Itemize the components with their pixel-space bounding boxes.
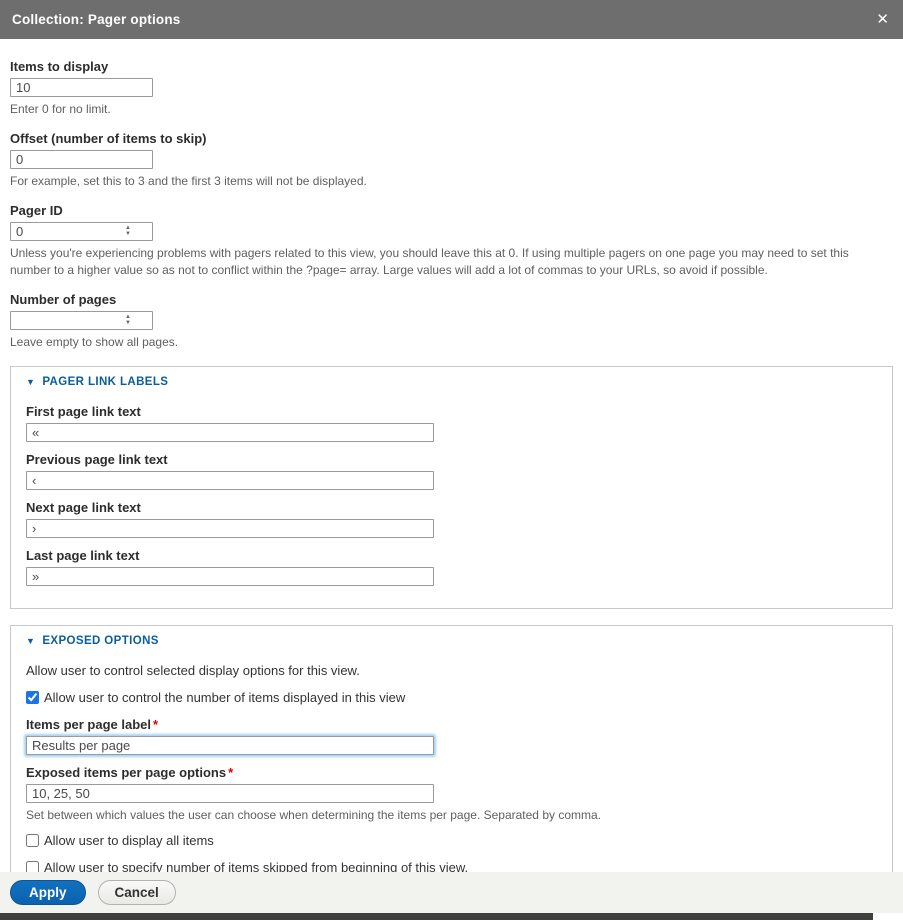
items-to-display-input[interactable] (10, 78, 153, 97)
apply-button[interactable]: Apply (10, 880, 86, 905)
number-spinner-icon[interactable]: ▲▼ (125, 314, 131, 326)
form-item-items-per-page-label: Items per page label* (26, 717, 877, 755)
fieldset-pager-link-labels: ▼ PAGER LINK LABELS First page link text… (10, 366, 893, 609)
dialog-title: Collection: Pager options (12, 12, 181, 27)
close-icon[interactable]: ✕ (876, 12, 889, 27)
form-item-previous-page-link: Previous page link text (26, 452, 877, 490)
fieldset-exposed-options: ▼ EXPOSED OPTIONS Allow user to control … (10, 625, 893, 896)
background-page-bar (0, 913, 873, 920)
form-item-number-of-pages: Number of pages ▲▼ Leave empty to show a… (10, 292, 893, 350)
last-page-link-input[interactable] (26, 567, 434, 586)
legend-text: EXPOSED OPTIONS (42, 635, 159, 647)
required-marker: * (228, 765, 233, 780)
dialog-footer: Apply Cancel (0, 872, 903, 913)
first-page-link-input[interactable] (26, 423, 434, 442)
form-item-pager-id: Pager ID ▲▼ Unless you're experiencing p… (10, 203, 893, 277)
number-spinner-icon[interactable]: ▲▼ (125, 225, 131, 237)
pager-options-dialog: Collection: Pager options ✕ Items to dis… (0, 0, 903, 920)
pager-id-input[interactable] (10, 222, 153, 241)
number-of-pages-input[interactable] (10, 311, 153, 330)
form-item-offset: Offset (number of items to skip) For exa… (10, 131, 893, 189)
form-item-first-page-link: First page link text (26, 404, 877, 442)
first-page-link-label: First page link text (26, 404, 877, 419)
items-to-display-label: Items to display (10, 59, 893, 74)
offset-label: Offset (number of items to skip) (10, 131, 893, 146)
exposed-items-options-label: Exposed items per page options* (26, 765, 877, 780)
checkbox-row-control-items: Allow user to control the number of item… (26, 690, 877, 705)
display-all-checkbox[interactable] (26, 834, 39, 847)
items-per-page-label-input[interactable] (26, 736, 434, 755)
exposed-items-options-description: Set between which values the user can ch… (26, 807, 877, 823)
required-marker: * (153, 717, 158, 732)
exposed-options-legend[interactable]: ▼ EXPOSED OPTIONS (26, 635, 877, 647)
next-page-link-input[interactable] (26, 519, 434, 538)
form-item-next-page-link: Next page link text (26, 500, 877, 538)
pager-link-labels-legend[interactable]: ▼ PAGER LINK LABELS (26, 376, 877, 388)
number-of-pages-description: Leave empty to show all pages. (10, 334, 890, 350)
previous-page-link-input[interactable] (26, 471, 434, 490)
checkbox-row-display-all: Allow user to display all items (26, 833, 877, 848)
collapse-arrow-icon: ▼ (26, 377, 35, 387)
form-item-exposed-items-options: Exposed items per page options* Set betw… (26, 765, 877, 823)
exposed-items-options-input[interactable] (26, 784, 434, 803)
form-item-last-page-link: Last page link text (26, 548, 877, 586)
form-item-items-to-display: Items to display Enter 0 for no limit. (10, 59, 893, 117)
cancel-button[interactable]: Cancel (98, 880, 176, 905)
items-per-page-label-label: Items per page label* (26, 717, 877, 732)
last-page-link-label: Last page link text (26, 548, 877, 563)
previous-page-link-label: Previous page link text (26, 452, 877, 467)
dialog-header: Collection: Pager options ✕ (0, 0, 903, 39)
collapse-arrow-icon: ▼ (26, 636, 35, 646)
offset-description: For example, set this to 3 and the first… (10, 173, 890, 189)
next-page-link-label: Next page link text (26, 500, 877, 515)
control-items-checkbox[interactable] (26, 691, 39, 704)
pager-id-description: Unless you're experiencing problems with… (10, 245, 890, 277)
pager-id-label: Pager ID (10, 203, 893, 218)
control-items-checkbox-label[interactable]: Allow user to control the number of item… (44, 690, 405, 705)
exposed-options-intro: Allow user to control selected display o… (26, 663, 877, 678)
legend-text: PAGER LINK LABELS (42, 376, 168, 388)
dialog-body: Items to display Enter 0 for no limit. O… (0, 39, 903, 920)
number-of-pages-label: Number of pages (10, 292, 893, 307)
display-all-checkbox-label[interactable]: Allow user to display all items (44, 833, 214, 848)
items-to-display-description: Enter 0 for no limit. (10, 101, 890, 117)
offset-input[interactable] (10, 150, 153, 169)
